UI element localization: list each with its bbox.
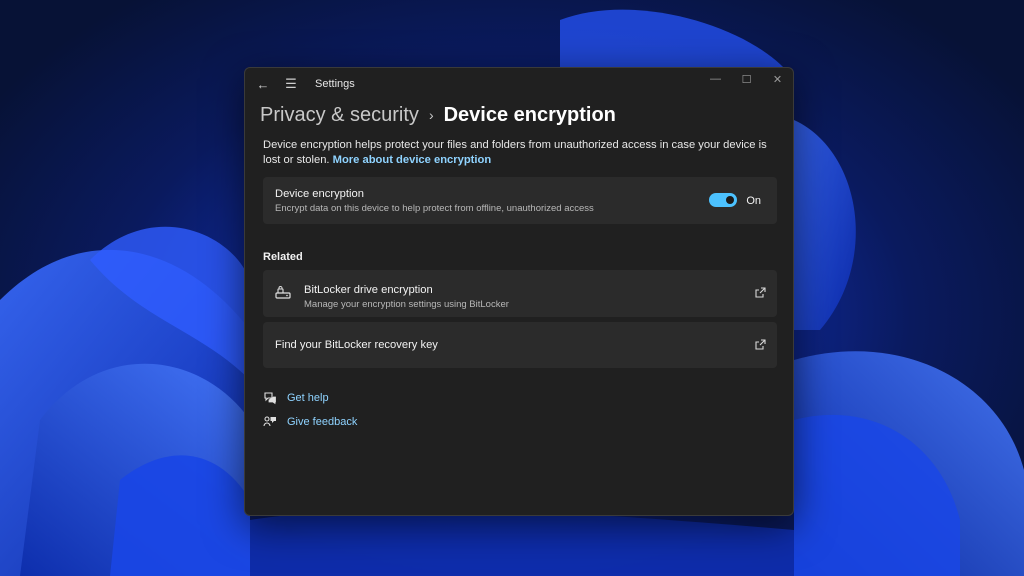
back-arrow-icon: ← (256, 76, 270, 92)
related-heading: Related (263, 251, 303, 263)
maximize-button[interactable]: ☐ (731, 68, 762, 90)
give-feedback-link[interactable]: Give feedback (263, 415, 357, 429)
bitlocker-title: BitLocker drive encryption (304, 284, 433, 296)
get-help-link[interactable]: Get help (263, 391, 329, 405)
device-encryption-subtitle: Encrypt data on this device to help prot… (275, 203, 594, 214)
help-chat-icon (264, 392, 276, 405)
settings-window: ← ☰ Settings — ☐ ✕ Privacy & security › … (244, 67, 794, 516)
bitlocker-subtitle: Manage your encryption settings using Bi… (304, 299, 509, 310)
breadcrumb-parent-link[interactable]: Privacy & security (260, 104, 419, 127)
toggle-knob (726, 196, 734, 204)
page-title: Device encryption (443, 103, 616, 126)
bitlocker-recovery-key-card[interactable]: Find your BitLocker recovery key (263, 322, 777, 368)
toggle-state-label: On (746, 195, 761, 207)
give-feedback-label: Give feedback (287, 416, 358, 428)
device-encryption-title: Device encryption (275, 188, 364, 200)
drive-lock-icon (275, 286, 291, 299)
back-button[interactable]: ← (249, 70, 277, 98)
minimize-button[interactable]: — (700, 68, 731, 90)
menu-button[interactable]: ☰ (277, 70, 305, 98)
window-controls: — ☐ ✕ (700, 68, 793, 90)
chevron-right-icon: › (428, 107, 434, 123)
breadcrumb: Privacy & security › Device encryption (260, 100, 616, 130)
maximize-icon: ☐ (741, 73, 752, 86)
title-bar: ← ☰ Settings — ☐ ✕ (245, 68, 793, 100)
close-button[interactable]: ✕ (762, 68, 793, 90)
close-icon: ✕ (772, 73, 783, 86)
feedback-icon (263, 416, 276, 427)
minimize-icon: — (710, 73, 721, 85)
more-info-link[interactable]: More about device encryption (333, 154, 492, 166)
app-title: Settings (315, 78, 355, 90)
device-encryption-toggle[interactable] (709, 193, 737, 207)
page-description: Device encryption helps protect your fil… (263, 138, 773, 168)
bitlocker-drive-encryption-card[interactable]: BitLocker drive encryption Manage your e… (263, 270, 777, 317)
external-link-icon (755, 339, 766, 350)
get-help-label: Get help (287, 392, 329, 404)
hamburger-icon: ☰ (285, 76, 297, 91)
recovery-key-title: Find your BitLocker recovery key (275, 339, 438, 351)
external-link-icon (755, 287, 766, 298)
device-encryption-card: Device encryption Encrypt data on this d… (263, 177, 777, 224)
